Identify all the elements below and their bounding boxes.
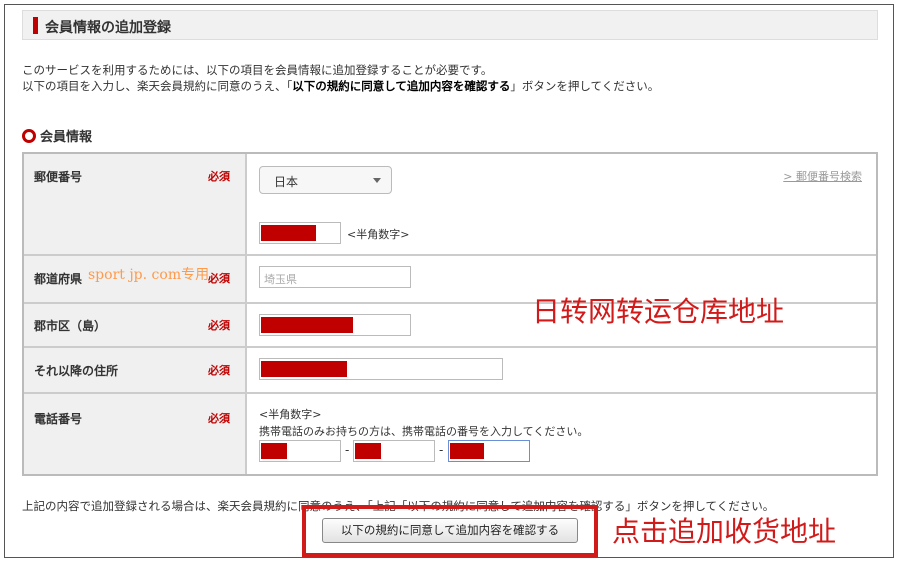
prefecture-input[interactable]: 埼玉県: [259, 266, 411, 288]
required-badge: 必須: [208, 319, 230, 332]
section-bullet-icon: [22, 129, 36, 143]
intro-text: このサービスを利用するためには、以下の項目を会員情報に追加登録することが必要です…: [22, 62, 659, 94]
title-accent-bar: [33, 17, 38, 34]
chevron-down-icon: [373, 178, 381, 183]
postal-row: 郵便番号 必須 日本 > 郵便番号検索 <半角数字>: [24, 154, 876, 254]
redacted-value: [355, 443, 381, 459]
watermark: sport jp. com专用: [88, 267, 210, 283]
prefecture-label: 都道府県: [34, 272, 83, 286]
postal-search-link[interactable]: > 郵便番号検索: [783, 168, 862, 184]
required-badge: 必須: [208, 412, 230, 425]
phone-area-input[interactable]: [259, 440, 341, 462]
phone-row: 電話番号 必須 <半角数字> 携帯電話のみお持ちの方は、携帯電話の番号を入力して…: [24, 392, 876, 474]
country-select[interactable]: 日本: [259, 166, 392, 194]
city-input[interactable]: [259, 314, 411, 336]
phone-local-input[interactable]: [353, 440, 435, 462]
required-badge: 必須: [208, 272, 230, 285]
page-title: 会員情報の追加登録: [45, 20, 171, 36]
address-label: それ以降の住所: [34, 364, 119, 378]
confirm-button[interactable]: 以下の規約に同意して追加内容を確認する: [322, 518, 578, 543]
phone-number-input[interactable]: [448, 440, 530, 462]
redacted-value: [261, 361, 347, 377]
section-heading: 会員情報: [22, 126, 92, 145]
annotation-address: 日转网转运仓库地址: [532, 295, 785, 328]
phone-separator: -: [439, 443, 444, 457]
redacted-value: [261, 443, 287, 459]
postal-hint: <半角数字>: [347, 228, 410, 241]
address-row: それ以降の住所 必須: [24, 346, 876, 392]
phone-hint-mobile: 携帯電話のみお持ちの方は、携帯電話の番号を入力してください。: [259, 425, 589, 438]
phone-label: 電話番号: [34, 412, 83, 426]
required-badge: 必須: [208, 364, 230, 377]
required-badge: 必須: [208, 170, 230, 183]
intro-line-1: このサービスを利用するためには、以下の項目を会員情報に追加登録することが必要です…: [22, 63, 493, 77]
city-label: 郡市区（島）: [34, 319, 107, 333]
redacted-value: [261, 225, 316, 241]
postal-code-input[interactable]: [259, 222, 341, 244]
address-input[interactable]: [259, 358, 503, 380]
redacted-value: [261, 317, 353, 333]
page-title-bar: 会員情報の追加登録: [22, 10, 878, 40]
annotation-click: 点击追加收货地址: [612, 515, 837, 548]
postal-label: 郵便番号: [34, 170, 83, 184]
phone-separator: -: [345, 443, 350, 457]
phone-hint-format: <半角数字>: [259, 408, 322, 421]
redacted-value: [450, 443, 484, 459]
intro-line-2: 以下の項目を入力し、楽天会員規約に同意のうえ、「以下の規約に同意して追加内容を確…: [22, 79, 660, 93]
